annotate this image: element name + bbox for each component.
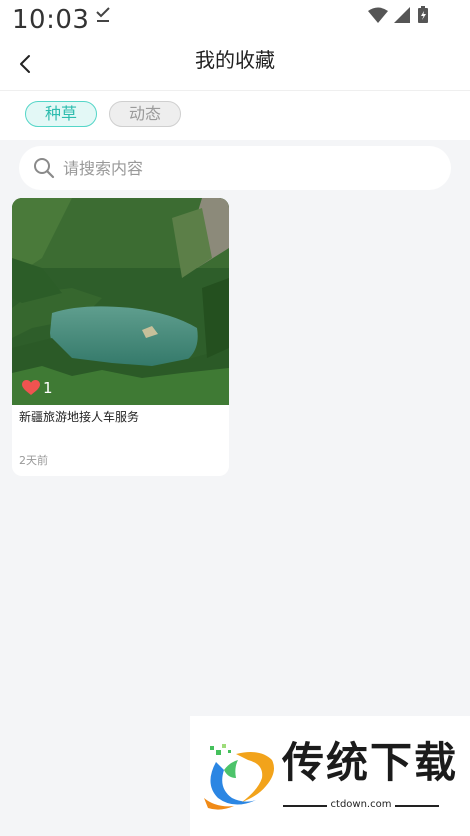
brand-url: ctdown.com <box>330 799 392 810</box>
wifi-icon <box>368 7 388 23</box>
brand-logo-icon <box>204 744 274 810</box>
search-input[interactable] <box>63 153 433 183</box>
divider <box>395 805 439 807</box>
status-bar: 10:03 <box>0 0 470 38</box>
nav-bar: 我的收藏 <box>0 38 470 91</box>
like-count: 1 <box>43 379 53 397</box>
post-title: 新疆旅游地接人车服务 <box>19 410 140 424</box>
search-box[interactable] <box>19 146 451 190</box>
tab-zhongcao[interactable]: 种草 <box>25 101 97 127</box>
divider <box>283 805 327 807</box>
status-icons <box>368 6 428 23</box>
post-card[interactable]: 1 新疆旅游地接人车服务 2天前 <box>12 198 229 476</box>
post-time: 2天前 <box>19 454 48 467</box>
tab-dongtai[interactable]: 动态 <box>109 101 181 127</box>
brand-name: 传统下载 <box>282 738 459 787</box>
watermark: 传统下载 ctdown.com <box>190 716 470 836</box>
page-title: 我的收藏 <box>195 48 275 72</box>
like-info: 1 <box>22 378 53 398</box>
cell-signal-icon <box>394 7 410 23</box>
search-icon <box>34 158 55 179</box>
heart-icon <box>22 380 40 395</box>
download-done-icon <box>96 7 110 22</box>
status-time: 10:03 <box>12 5 90 35</box>
post-image <box>12 198 229 405</box>
tab-bar: 种草 动态 <box>0 91 470 140</box>
